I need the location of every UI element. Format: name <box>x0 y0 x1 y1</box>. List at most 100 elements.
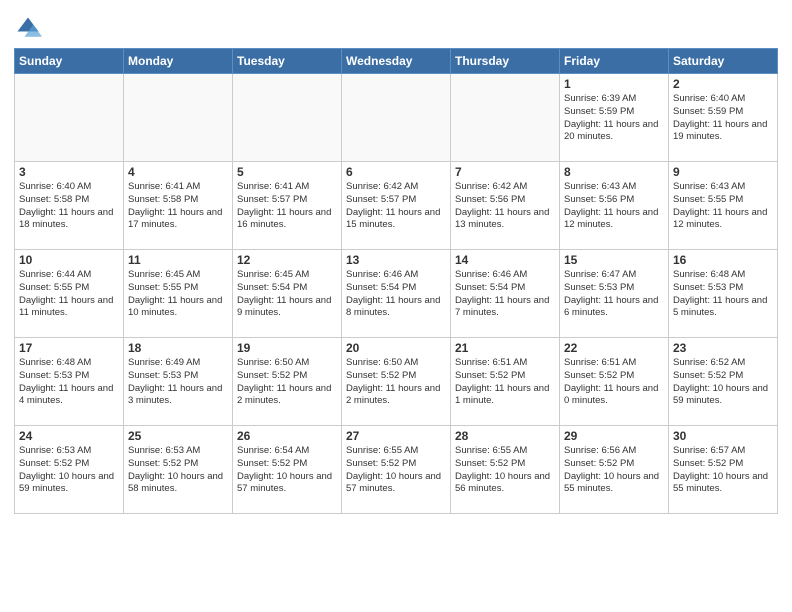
calendar-week-row: 17 Sunrise: 6:48 AMSunset: 5:53 PMDayligh… <box>15 338 778 426</box>
day-number: 24 <box>19 429 119 443</box>
header <box>14 10 778 42</box>
calendar-cell: 29 Sunrise: 6:56 AMSunset: 5:52 PMDayligh… <box>560 426 669 514</box>
weekday-header: Tuesday <box>233 49 342 74</box>
calendar-cell <box>15 74 124 162</box>
day-number: 30 <box>673 429 773 443</box>
day-number: 17 <box>19 341 119 355</box>
calendar-week-row: 3Sunrise: 6:40 AMSunset: 5:58 PMDaylight… <box>15 162 778 250</box>
cell-info: Sunrise: 6:43 AMSunset: 5:56 PMDaylight:… <box>564 181 664 232</box>
cell-info: Sunrise: 6:52 AMSunset: 5:52 PMDaylight:… <box>673 357 773 408</box>
cell-info: Sunrise: 6:47 AMSunset: 5:53 PMDaylight:… <box>564 269 664 320</box>
day-number: 14 <box>455 253 555 267</box>
cell-info: Sunrise: 6:41 AMSunset: 5:57 PMDaylight:… <box>237 181 337 232</box>
calendar-cell: 7Sunrise: 6:42 AMSunset: 5:56 PMDaylight… <box>451 162 560 250</box>
day-number: 1 <box>564 77 664 91</box>
calendar-cell: 25Sunrise: 6:53 AMSunset: 5:52 PMDayligh… <box>124 426 233 514</box>
calendar-cell: 15 Sunrise: 6:47 AMSunset: 5:53 PMDayligh… <box>560 250 669 338</box>
day-number: 27 <box>346 429 446 443</box>
weekday-header: Thursday <box>451 49 560 74</box>
calendar-cell: 30Sunrise: 6:57 AMSunset: 5:52 PMDayligh… <box>669 426 778 514</box>
calendar-cell: 18 Sunrise: 6:49 AMSunset: 5:53 PMDayligh… <box>124 338 233 426</box>
day-number: 23 <box>673 341 773 355</box>
calendar-cell: 27 Sunrise: 6:55 AMSunset: 5:52 PMDayligh… <box>342 426 451 514</box>
cell-info: Sunrise: 6:55 AMSunset: 5:52 PMDaylight:… <box>346 445 446 496</box>
cell-info: Sunrise: 6:55 AMSunset: 5:52 PMDaylight:… <box>455 445 555 496</box>
cell-info: Sunrise: 6:54 AMSunset: 5:52 PMDaylight:… <box>237 445 337 496</box>
cell-info: Sunrise: 6:39 AMSunset: 5:59 PMDaylight:… <box>564 93 664 144</box>
calendar-cell <box>451 74 560 162</box>
cell-info: Sunrise: 6:48 AMSunset: 5:53 PMDaylight:… <box>673 269 773 320</box>
cell-info: Sunrise: 6:53 AMSunset: 5:52 PMDaylight:… <box>19 445 119 496</box>
cell-info: Sunrise: 6:51 AMSunset: 5:52 PMDaylight:… <box>455 357 555 408</box>
calendar-cell: 3Sunrise: 6:40 AMSunset: 5:58 PMDaylight… <box>15 162 124 250</box>
calendar-cell: 24 Sunrise: 6:53 AMSunset: 5:52 PMDayligh… <box>15 426 124 514</box>
page: SundayMondayTuesdayWednesdayThursdayFrid… <box>0 0 792 612</box>
day-number: 12 <box>237 253 337 267</box>
calendar-cell <box>233 74 342 162</box>
logo-icon <box>14 14 42 42</box>
day-number: 26 <box>237 429 337 443</box>
cell-info: Sunrise: 6:50 AMSunset: 5:52 PMDaylight:… <box>237 357 337 408</box>
weekday-header: Sunday <box>15 49 124 74</box>
day-number: 4 <box>128 165 228 179</box>
cell-info: Sunrise: 6:53 AMSunset: 5:52 PMDaylight:… <box>128 445 228 496</box>
calendar-cell: 21 Sunrise: 6:51 AMSunset: 5:52 PMDayligh… <box>451 338 560 426</box>
calendar-cell: 12 Sunrise: 6:45 AMSunset: 5:54 PMDayligh… <box>233 250 342 338</box>
cell-info: Sunrise: 6:40 AMSunset: 5:59 PMDaylight:… <box>673 93 773 144</box>
day-number: 21 <box>455 341 555 355</box>
calendar-cell: 10Sunrise: 6:44 AMSunset: 5:55 PMDayligh… <box>15 250 124 338</box>
cell-info: Sunrise: 6:48 AMSunset: 5:53 PMDaylight:… <box>19 357 119 408</box>
calendar-cell <box>124 74 233 162</box>
day-number: 16 <box>673 253 773 267</box>
day-number: 13 <box>346 253 446 267</box>
calendar-cell: 26 Sunrise: 6:54 AMSunset: 5:52 PMDayligh… <box>233 426 342 514</box>
calendar-cell: 8 Sunrise: 6:43 AMSunset: 5:56 PMDaylight… <box>560 162 669 250</box>
calendar-cell <box>342 74 451 162</box>
calendar-cell: 5 Sunrise: 6:41 AMSunset: 5:57 PMDaylight… <box>233 162 342 250</box>
cell-info: Sunrise: 6:46 AMSunset: 5:54 PMDaylight:… <box>346 269 446 320</box>
calendar-cell: 14 Sunrise: 6:46 AMSunset: 5:54 PMDayligh… <box>451 250 560 338</box>
calendar-cell: 19 Sunrise: 6:50 AMSunset: 5:52 PMDayligh… <box>233 338 342 426</box>
cell-info: Sunrise: 6:45 AMSunset: 5:54 PMDaylight:… <box>237 269 337 320</box>
cell-info: Sunrise: 6:42 AMSunset: 5:57 PMDaylight:… <box>346 181 446 232</box>
day-number: 19 <box>237 341 337 355</box>
calendar-cell: 20Sunrise: 6:50 AMSunset: 5:52 PMDayligh… <box>342 338 451 426</box>
weekday-header: Saturday <box>669 49 778 74</box>
cell-info: Sunrise: 6:56 AMSunset: 5:52 PMDaylight:… <box>564 445 664 496</box>
day-number: 5 <box>237 165 337 179</box>
calendar-cell: 17 Sunrise: 6:48 AMSunset: 5:53 PMDayligh… <box>15 338 124 426</box>
day-number: 15 <box>564 253 664 267</box>
calendar-week-row: 10Sunrise: 6:44 AMSunset: 5:55 PMDayligh… <box>15 250 778 338</box>
cell-info: Sunrise: 6:49 AMSunset: 5:53 PMDaylight:… <box>128 357 228 408</box>
calendar-week-row: 24 Sunrise: 6:53 AMSunset: 5:52 PMDayligh… <box>15 426 778 514</box>
calendar-cell: 22 Sunrise: 6:51 AMSunset: 5:52 PMDayligh… <box>560 338 669 426</box>
day-number: 29 <box>564 429 664 443</box>
day-number: 18 <box>128 341 228 355</box>
cell-info: Sunrise: 6:42 AMSunset: 5:56 PMDaylight:… <box>455 181 555 232</box>
day-number: 22 <box>564 341 664 355</box>
calendar-cell: 11 Sunrise: 6:45 AMSunset: 5:55 PMDayligh… <box>124 250 233 338</box>
cell-info: Sunrise: 6:51 AMSunset: 5:52 PMDaylight:… <box>564 357 664 408</box>
cell-info: Sunrise: 6:40 AMSunset: 5:58 PMDaylight:… <box>19 181 119 232</box>
weekday-header: Monday <box>124 49 233 74</box>
day-number: 10 <box>19 253 119 267</box>
day-number: 9 <box>673 165 773 179</box>
calendar-header-row: SundayMondayTuesdayWednesdayThursdayFrid… <box>15 49 778 74</box>
cell-info: Sunrise: 6:46 AMSunset: 5:54 PMDaylight:… <box>455 269 555 320</box>
calendar-cell: 4 Sunrise: 6:41 AMSunset: 5:58 PMDaylight… <box>124 162 233 250</box>
day-number: 11 <box>128 253 228 267</box>
calendar-cell: 13 Sunrise: 6:46 AMSunset: 5:54 PMDayligh… <box>342 250 451 338</box>
calendar-cell: 2Sunrise: 6:40 AMSunset: 5:59 PMDaylight… <box>669 74 778 162</box>
calendar-cell: 6 Sunrise: 6:42 AMSunset: 5:57 PMDaylight… <box>342 162 451 250</box>
calendar-cell: 9 Sunrise: 6:43 AMSunset: 5:55 PMDaylight… <box>669 162 778 250</box>
cell-info: Sunrise: 6:43 AMSunset: 5:55 PMDaylight:… <box>673 181 773 232</box>
weekday-header: Friday <box>560 49 669 74</box>
cell-info: Sunrise: 6:45 AMSunset: 5:55 PMDaylight:… <box>128 269 228 320</box>
calendar-week-row: 1 Sunrise: 6:39 AMSunset: 5:59 PMDaylight… <box>15 74 778 162</box>
calendar-cell: 1 Sunrise: 6:39 AMSunset: 5:59 PMDaylight… <box>560 74 669 162</box>
weekday-header: Wednesday <box>342 49 451 74</box>
day-number: 6 <box>346 165 446 179</box>
logo <box>14 14 46 42</box>
cell-info: Sunrise: 6:41 AMSunset: 5:58 PMDaylight:… <box>128 181 228 232</box>
day-number: 8 <box>564 165 664 179</box>
